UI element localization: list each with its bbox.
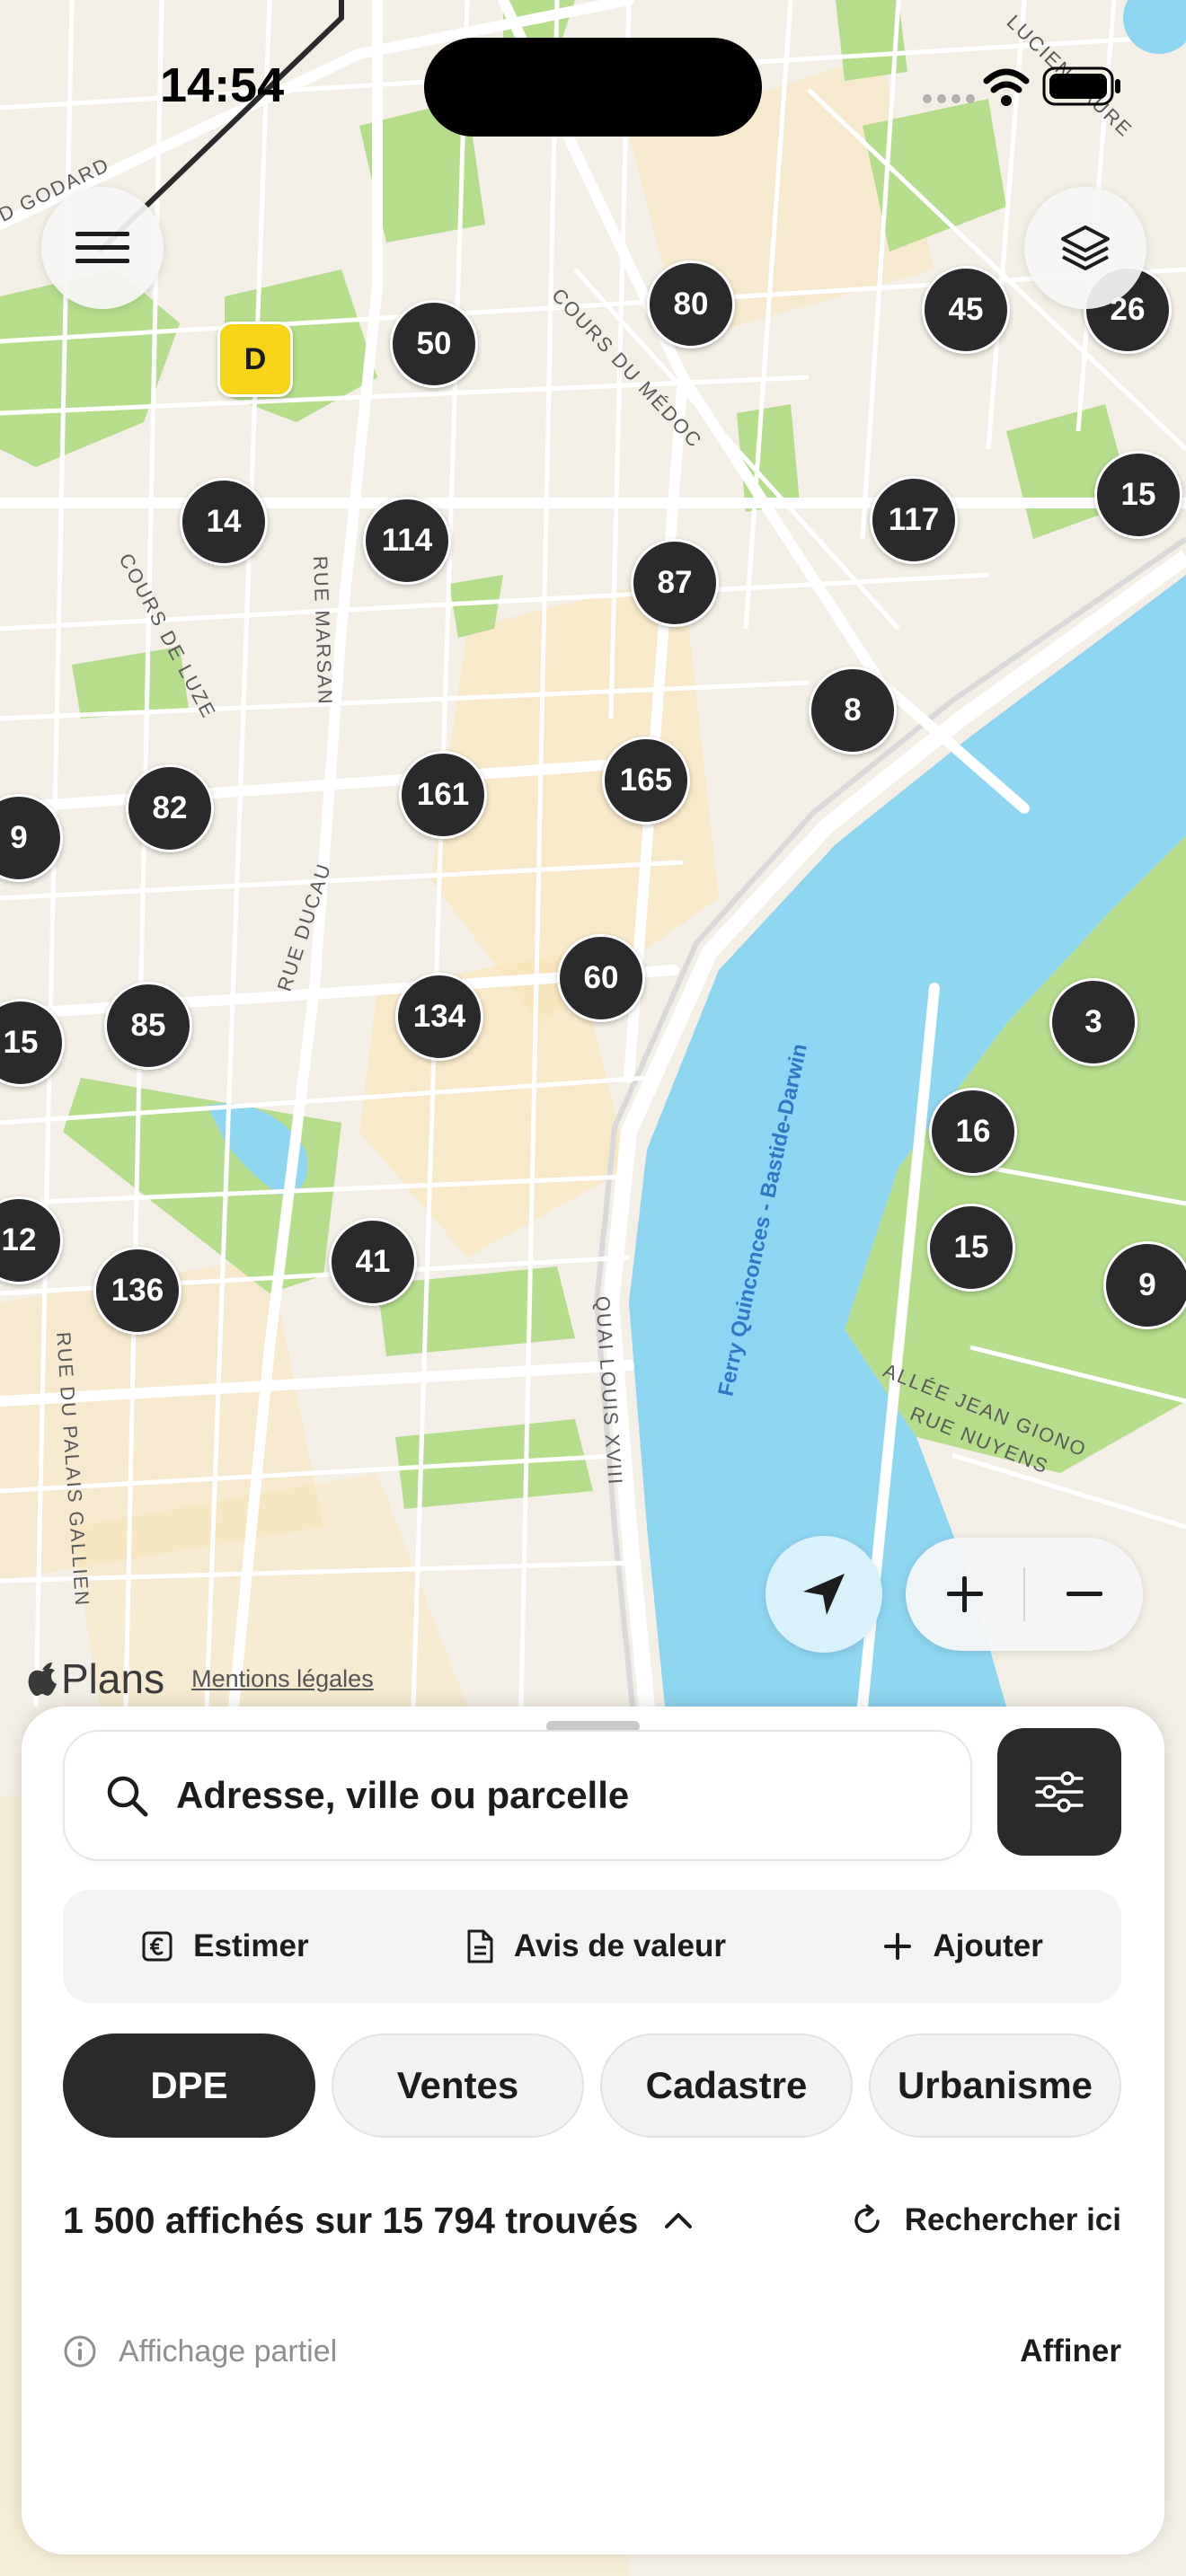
estimate-label: Estimer [193,1928,309,1963]
layer-filter-chips: DPE Ventes Cadastre Urbanisme [63,2033,1121,2138]
plans-logo: Plans [27,1654,164,1703]
estimate-button[interactable]: Estimer [141,1928,309,1964]
property-cluster-marker[interactable]: 117 [870,476,958,564]
search-here-button[interactable]: Rechercher ici [851,2202,1121,2238]
results-toggle[interactable]: 1 500 affichés sur 15 794 trouvés [63,2200,694,2242]
valuation-notice-label: Avis de valeur [513,1928,726,1963]
sliders-icon [1035,1771,1084,1813]
search-input[interactable] [176,1774,931,1817]
dynamic-island [424,38,762,137]
info-icon [64,2335,96,2368]
quick-actions-bar: Estimer Avis de valeur Ajouter [63,1890,1121,2003]
refine-link[interactable]: Affiner [1020,2333,1121,2369]
zoom-in-button[interactable] [906,1538,1023,1651]
property-cluster-marker[interactable]: 114 [363,497,451,585]
results-count: 1 500 affichés sur 15 794 trouvés [63,2199,639,2241]
locate-me-button[interactable] [766,1536,882,1653]
property-cluster-marker[interactable]: 41 [329,1218,417,1306]
valuation-notice-button[interactable]: Avis de valeur [465,1928,726,1964]
property-cluster-marker[interactable]: 15 [927,1204,1015,1292]
battery-icon [1042,66,1120,106]
wifi-icon [983,68,1030,93]
plans-logo-text: Plans [61,1655,165,1702]
add-button[interactable]: Ajouter [882,1928,1043,1964]
layers-icon [1061,225,1110,270]
search-icon [107,1776,148,1817]
chip-ventes[interactable]: Ventes [332,2033,584,2138]
property-cluster-marker[interactable]: 50 [390,300,478,388]
map-layers-button[interactable] [1024,187,1146,309]
search-here-label: Rechercher ici [904,2202,1121,2237]
legal-notice-link[interactable]: Mentions légales [191,1665,374,1693]
chip-urbanisme[interactable]: Urbanisme [869,2033,1121,2138]
property-cluster-marker[interactable]: 14 [180,478,268,566]
results-summary: 1 500 affichés sur 15 794 trouvés Recher… [63,2192,1121,2249]
property-cluster-marker[interactable]: 85 [104,982,192,1070]
zoom-controls [906,1538,1143,1651]
property-cluster-marker[interactable]: 8 [809,666,897,754]
add-label: Ajouter [933,1928,1043,1963]
plus-icon [946,1576,983,1612]
cellular-icon [923,94,975,103]
partial-display-text: Affichage partiel [119,2333,338,2369]
menu-button[interactable] [41,187,164,309]
dpe-rating-marker[interactable]: D [217,322,293,397]
minus-icon [1066,1592,1102,1596]
property-cluster-marker[interactable]: 9 [1103,1241,1186,1329]
property-cluster-marker[interactable]: 80 [647,260,735,348]
property-cluster-marker[interactable]: 45 [922,266,1010,354]
property-cluster-marker[interactable]: 161 [399,751,487,839]
search-bar[interactable] [63,1730,972,1861]
property-cluster-marker[interactable]: 3 [1049,978,1137,1066]
property-cluster-marker[interactable]: 134 [395,973,483,1061]
property-cluster-marker[interactable]: 15 [1094,451,1182,539]
bottom-sheet: Estimer Avis de valeur Ajouter DPE Vente… [22,1707,1164,2554]
plus-icon [884,1933,912,1960]
property-cluster-marker[interactable]: 165 [602,737,690,825]
euro-icon [142,1931,173,1962]
filters-button[interactable] [997,1728,1121,1856]
wifi-dot-icon [1001,95,1012,106]
map-attribution: Plans Mentions légales [27,1654,374,1703]
zoom-out-button[interactable] [1025,1538,1143,1651]
refresh-icon [854,2204,880,2234]
property-cluster-marker[interactable]: 136 [93,1247,181,1335]
partial-display-notice: Affichage partiel Affiner [63,2326,1121,2377]
property-cluster-marker[interactable]: 16 [929,1088,1017,1176]
status-time: 14:54 [160,58,285,112]
property-cluster-marker[interactable]: 87 [631,539,719,627]
hamburger-icon [75,232,129,263]
property-cluster-marker[interactable]: 60 [557,934,645,1022]
apple-icon [28,1663,57,1697]
chip-cadastre[interactable]: Cadastre [600,2033,853,2138]
property-cluster-marker[interactable]: 82 [126,764,214,852]
document-icon [467,1929,493,1963]
chip-dpe[interactable]: DPE [63,2033,315,2138]
location-arrow-icon [803,1574,845,1615]
status-icons [923,66,1120,106]
chevron-up-icon [665,2213,693,2228]
